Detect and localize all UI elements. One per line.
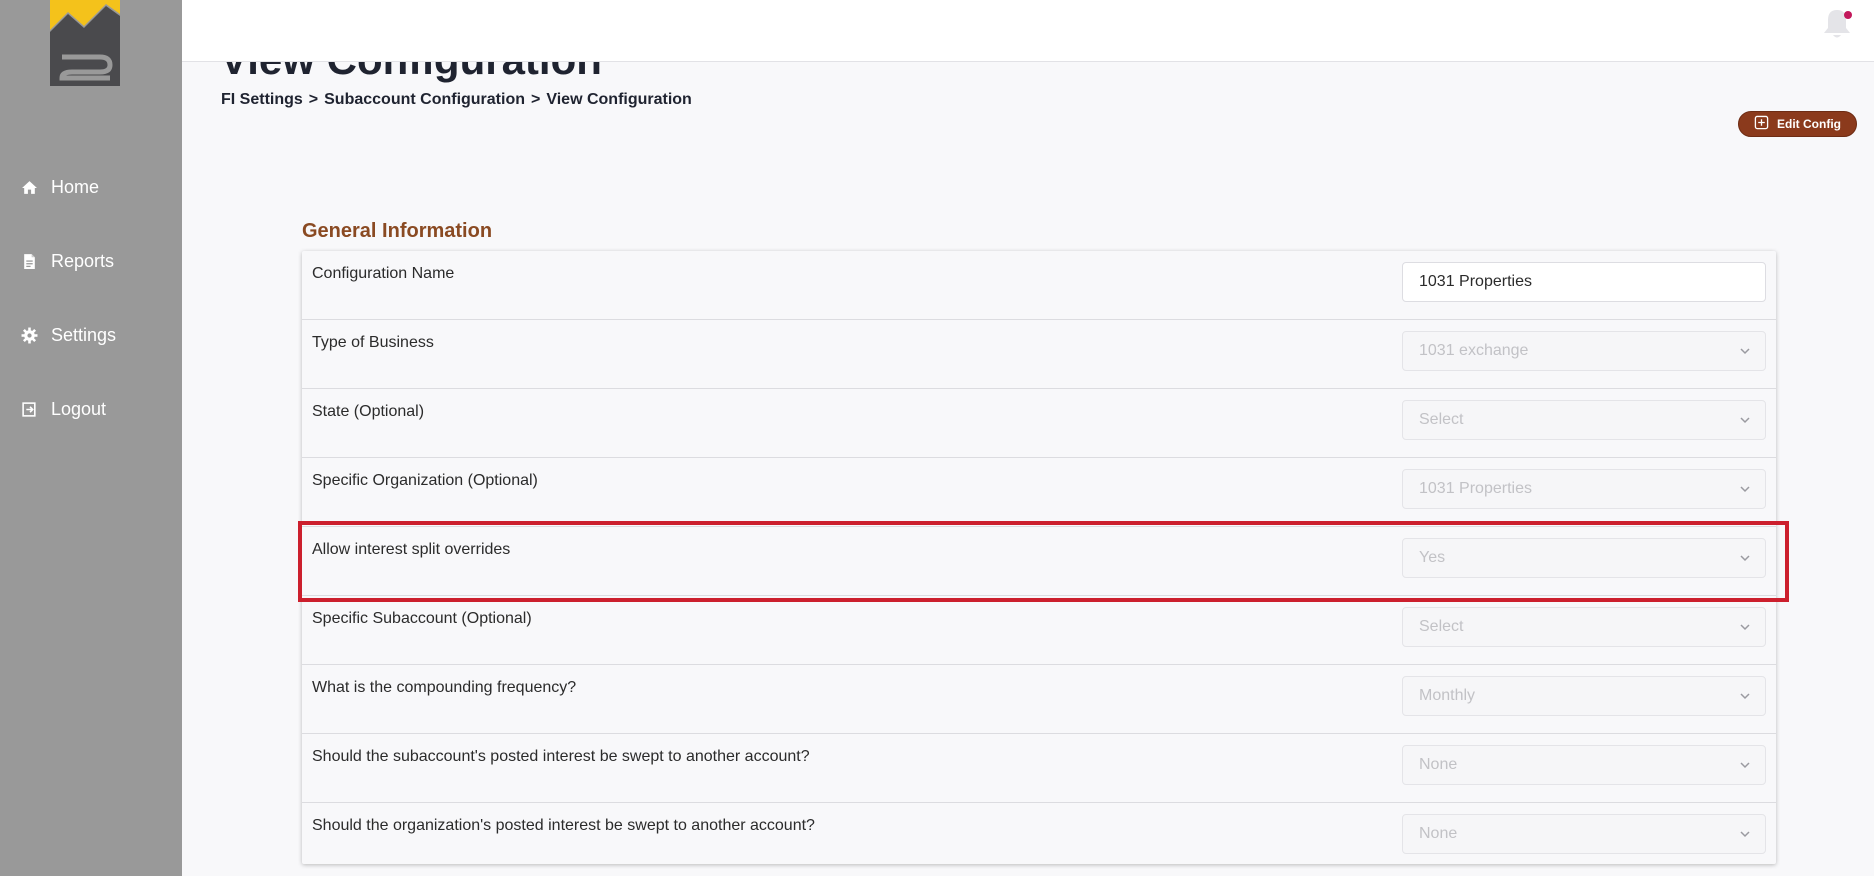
form-row-subaccount-interest-sweep: Should the subaccount's posted interest … [302, 734, 1776, 803]
chevron-down-icon [1740, 831, 1750, 838]
field-value: Monthly [1419, 687, 1476, 704]
chevron-down-icon [1740, 417, 1750, 424]
breadcrumb-item[interactable]: Subaccount Configuration [324, 91, 525, 109]
chevron-down-icon [1740, 762, 1750, 769]
sidebar-item-logout[interactable]: Logout [20, 399, 106, 420]
allow-interest-split-overrides-select[interactable]: Yes [1402, 538, 1766, 578]
document-icon [20, 253, 38, 271]
top-bar [182, 0, 1874, 62]
sidebar-item-label: Reports [51, 251, 115, 271]
field-label: What is the compounding frequency? [312, 679, 577, 696]
form-row-compounding-frequency: What is the compounding frequency? Month… [302, 665, 1776, 734]
sidebar-item-label: Logout [51, 399, 107, 419]
field-label: Configuration Name [312, 265, 455, 282]
section-title: General Information [302, 220, 493, 242]
sidebar-item-settings[interactable]: Settings [20, 325, 116, 346]
plus-square-icon [1754, 115, 1769, 133]
breadcrumb-separator: > [531, 91, 541, 108]
configuration-name-input[interactable]: 1031 Properties [1402, 262, 1766, 302]
sidebar-item-home[interactable]: Home [20, 177, 99, 198]
edit-config-label: Edit Config [1777, 117, 1841, 131]
field-value: 1031 Properties [1419, 273, 1532, 290]
chevron-down-icon [1740, 486, 1750, 493]
field-value: 1031 Properties [1419, 480, 1532, 497]
chevron-down-icon [1740, 555, 1750, 562]
gear-icon [20, 327, 38, 345]
breadcrumb: FI Settings > Subaccount Configuration >… [221, 91, 692, 109]
field-value: 1031 exchange [1419, 342, 1529, 359]
subaccount-interest-sweep-select[interactable]: None [1402, 745, 1766, 785]
field-label: Should the organization's posted interes… [312, 817, 815, 834]
logout-icon [20, 401, 38, 419]
edit-config-button[interactable]: Edit Config [1738, 111, 1857, 137]
notification-bell-icon[interactable] [1820, 6, 1854, 42]
form-row-configuration-name: Configuration Name 1031 Properties [302, 251, 1776, 320]
organization-interest-sweep-select[interactable]: None [1402, 814, 1766, 854]
breadcrumb-item: View Configuration [546, 91, 692, 108]
app-logo[interactable] [48, 0, 124, 86]
field-value: Yes [1419, 549, 1446, 566]
breadcrumb-item[interactable]: FI Settings [221, 91, 303, 109]
sidebar: Home Reports Settings Logout [0, 0, 182, 876]
field-label: Specific Subaccount (Optional) [312, 610, 532, 627]
field-label: Specific Organization (Optional) [312, 472, 538, 489]
field-value: None [1419, 825, 1458, 842]
field-value: Select [1419, 411, 1464, 428]
specific-subaccount-select[interactable]: Select [1402, 607, 1766, 647]
chevron-down-icon [1740, 693, 1750, 700]
sidebar-item-reports[interactable]: Reports [20, 251, 114, 272]
breadcrumb-separator: > [308, 91, 319, 108]
field-label: Should the subaccount's posted interest … [312, 748, 810, 765]
form-row-allow-interest-split-overrides: Allow interest split overrides Yes [302, 527, 1776, 596]
sidebar-item-label: Settings [51, 325, 117, 345]
field-label: Type of Business [312, 334, 434, 351]
form-row-specific-subaccount: Specific Subaccount (Optional) Select [302, 596, 1776, 665]
form-row-organization-interest-sweep: Should the organization's posted interes… [302, 803, 1776, 872]
form-row-type-of-business: Type of Business 1031 exchange [302, 320, 1776, 389]
compounding-frequency-select[interactable]: Monthly [1402, 676, 1766, 716]
chevron-down-icon [1740, 624, 1750, 631]
home-icon [20, 179, 38, 197]
form-row-specific-organization: Specific Organization (Optional) 1031 Pr… [302, 458, 1776, 527]
state-select[interactable]: Select [1402, 400, 1766, 440]
field-value: None [1419, 756, 1458, 773]
field-value: Select [1419, 618, 1464, 635]
specific-organization-select[interactable]: 1031 Properties [1402, 469, 1766, 509]
chevron-down-icon [1740, 348, 1750, 355]
form-row-state: State (Optional) Select [302, 389, 1776, 458]
sidebar-item-label: Home [51, 177, 100, 197]
general-information-card: Configuration Name 1031 Properties Type … [302, 251, 1776, 864]
field-label: State (Optional) [312, 403, 425, 420]
type-of-business-select[interactable]: 1031 exchange [1402, 331, 1766, 371]
field-label: Allow interest split overrides [312, 541, 511, 558]
